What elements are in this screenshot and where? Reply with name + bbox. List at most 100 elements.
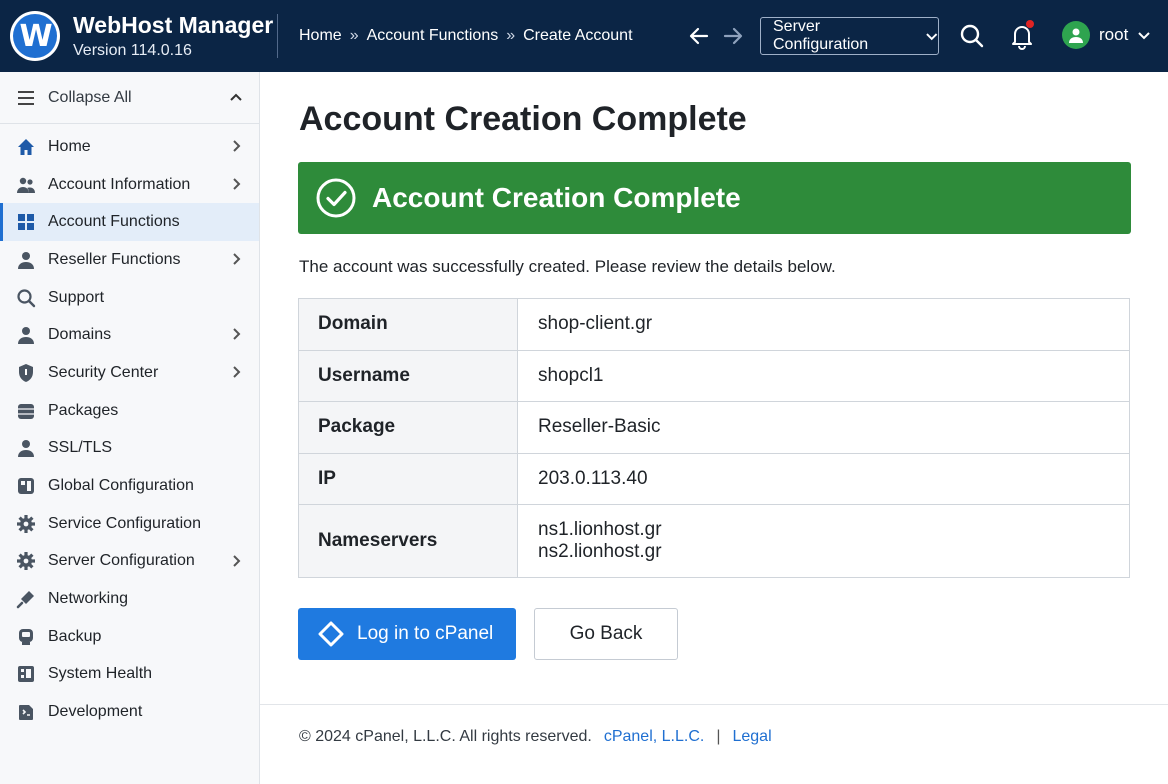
go-back-button[interactable]: Go Back bbox=[534, 608, 678, 660]
sidebar-item-label: SSL/TLS bbox=[48, 439, 113, 457]
server-config-select-label: Server Configuration bbox=[773, 18, 869, 53]
search-icon[interactable] bbox=[957, 20, 987, 52]
table-row: Package Reseller-Basic bbox=[298, 401, 1130, 454]
detail-key-username: Username bbox=[298, 349, 518, 402]
table-row: Domain shop-client.gr bbox=[298, 298, 1130, 351]
chevron-down-icon bbox=[1138, 32, 1151, 40]
username: root bbox=[1099, 25, 1129, 44]
page-title: Account Creation Complete bbox=[299, 100, 747, 138]
header-divider bbox=[277, 14, 278, 58]
sidebar-item-system-health[interactable]: System Health bbox=[0, 656, 259, 694]
sidebar-item-label: Domains bbox=[48, 326, 112, 344]
sidebar-item-label: Server Configuration bbox=[48, 552, 195, 570]
detail-value-ip: 203.0.113.40 bbox=[517, 452, 1130, 505]
whm-logo[interactable]: W bbox=[10, 11, 60, 61]
logo-letter: W bbox=[13, 14, 57, 58]
sidebar-item-development[interactable]: Development bbox=[0, 693, 259, 731]
users-icon bbox=[16, 175, 36, 195]
sidebar-item-reseller-functions[interactable]: Reseller Functions bbox=[0, 241, 259, 279]
table-row: IP 203.0.113.40 bbox=[298, 452, 1130, 505]
table-row: Nameservers ns1.lionhost.gr ns2.lionhost… bbox=[298, 504, 1130, 578]
app-version: Version 114.0.16 bbox=[73, 42, 192, 59]
gear-icon bbox=[16, 551, 36, 571]
sidebar-item-security-center[interactable]: Security Center bbox=[0, 354, 259, 392]
check-circle-icon bbox=[316, 178, 356, 218]
notification-bell-icon[interactable] bbox=[1007, 20, 1037, 52]
plug-icon bbox=[16, 589, 36, 609]
user-icon bbox=[16, 325, 36, 345]
sidebar-item-account-functions[interactable]: Account Functions bbox=[0, 203, 259, 242]
sidebar-item-label: Development bbox=[48, 703, 143, 721]
copyright-text: © 2024 cPanel, L.L.C. All rights reserve… bbox=[299, 728, 592, 745]
sidebar-item-service-configuration[interactable]: Service Configuration bbox=[0, 505, 259, 543]
sidebar-item-label: Networking bbox=[48, 590, 129, 608]
shield-icon bbox=[16, 363, 36, 383]
sidebar-item-ssl-tls[interactable]: SSL/TLS bbox=[0, 430, 259, 468]
sidebar-item-support[interactable]: Support bbox=[0, 279, 259, 317]
sidebar-item-networking[interactable]: Networking bbox=[0, 580, 259, 618]
sidebar-item-label: Account Functions bbox=[48, 213, 180, 231]
backup-icon bbox=[16, 627, 36, 647]
detail-value-nameservers: ns1.lionhost.gr ns2.lionhost.gr bbox=[517, 504, 1130, 578]
detail-key-domain: Domain bbox=[298, 298, 518, 351]
nameserver-1: ns1.lionhost.gr bbox=[538, 519, 662, 540]
detail-value-username: shopcl1 bbox=[517, 349, 1130, 402]
app-title: WebHost Manager bbox=[73, 12, 274, 38]
sidebar-item-label: Packages bbox=[48, 401, 119, 419]
avatar bbox=[1062, 21, 1090, 49]
sidebar-item-server-configuration[interactable]: Server Configuration bbox=[0, 543, 259, 581]
chevron-right-icon bbox=[233, 140, 241, 152]
success-banner: Account Creation Complete bbox=[298, 162, 1131, 234]
footer-divider bbox=[260, 704, 1168, 705]
breadcrumb-home[interactable]: Home bbox=[299, 27, 342, 45]
breadcrumb-create-account: Create Account bbox=[523, 27, 633, 44]
top-bar: W WebHost Manager Version 114.0.16 Home … bbox=[0, 0, 1168, 72]
login-cpanel-button[interactable]: Log in to cPanel bbox=[298, 608, 516, 660]
sidebar-item-label: Backup bbox=[48, 627, 102, 645]
detail-value-domain: shop-client.gr bbox=[517, 298, 1130, 351]
user-menu[interactable]: root bbox=[1062, 21, 1151, 49]
sidebar-item-account-information[interactable]: Account Information bbox=[0, 166, 259, 204]
sidebar-item-domains[interactable]: Domains bbox=[0, 316, 259, 354]
legal-link[interactable]: Legal bbox=[732, 728, 771, 746]
chevron-up-icon bbox=[230, 93, 242, 101]
database-icon bbox=[16, 401, 36, 421]
breadcrumb-account-functions[interactable]: Account Functions bbox=[367, 27, 499, 45]
back-arrow-icon[interactable] bbox=[686, 22, 712, 50]
sidebar-item-home[interactable]: Home bbox=[0, 128, 259, 166]
collapse-all-button[interactable]: Collapse All bbox=[0, 72, 259, 124]
sidebar-item-label: Account Information bbox=[48, 175, 191, 193]
sidebar-item-packages[interactable]: Packages bbox=[0, 392, 259, 430]
chevron-down-icon bbox=[925, 33, 937, 41]
health-icon bbox=[16, 664, 36, 684]
sidebar-item-label: Reseller Functions bbox=[48, 250, 181, 268]
chevron-right-icon bbox=[233, 366, 241, 378]
footer-separator: | bbox=[716, 728, 721, 745]
breadcrumb: Home » Account Functions » Create Accoun… bbox=[299, 27, 633, 45]
success-message: The account was successfully created. Pl… bbox=[299, 257, 836, 276]
sidebar-nav: Home Account Information Account Functio… bbox=[0, 128, 259, 731]
menu-icon bbox=[18, 90, 34, 105]
collapse-all-label: Collapse All bbox=[48, 88, 132, 106]
breadcrumb-separator: » bbox=[506, 27, 516, 44]
sidebar-item-label: Security Center bbox=[48, 363, 159, 381]
sidebar-item-global-configuration[interactable]: Global Configuration bbox=[0, 467, 259, 505]
forward-arrow-icon[interactable] bbox=[720, 22, 746, 50]
user-icon bbox=[16, 250, 36, 270]
account-details-table: Domain shop-client.gr Username shopcl1 P… bbox=[298, 298, 1130, 578]
footer: © 2024 cPanel, L.L.C. All rights reserve… bbox=[299, 728, 772, 746]
sidebar: Collapse All Home Account Information Ac… bbox=[0, 72, 260, 784]
breadcrumb-separator: » bbox=[349, 27, 359, 44]
chevron-right-icon bbox=[233, 177, 241, 190]
sidebar-item-label: Global Configuration bbox=[48, 477, 194, 495]
detail-key-package: Package bbox=[298, 401, 518, 454]
main-content: Account Creation Complete Account Creati… bbox=[260, 72, 1168, 784]
sidebar-item-backup[interactable]: Backup bbox=[0, 618, 259, 656]
server-config-select[interactable]: Server Configuration bbox=[760, 17, 939, 55]
detail-key-nameservers: Nameservers bbox=[298, 504, 518, 578]
sidebar-item-label: Service Configuration bbox=[48, 514, 201, 532]
code-icon bbox=[16, 702, 36, 722]
cpanel-company-link[interactable]: cPanel, L.L.C. bbox=[604, 728, 705, 746]
chevron-right-icon bbox=[233, 253, 241, 265]
success-banner-text: Account Creation Complete bbox=[372, 182, 741, 213]
